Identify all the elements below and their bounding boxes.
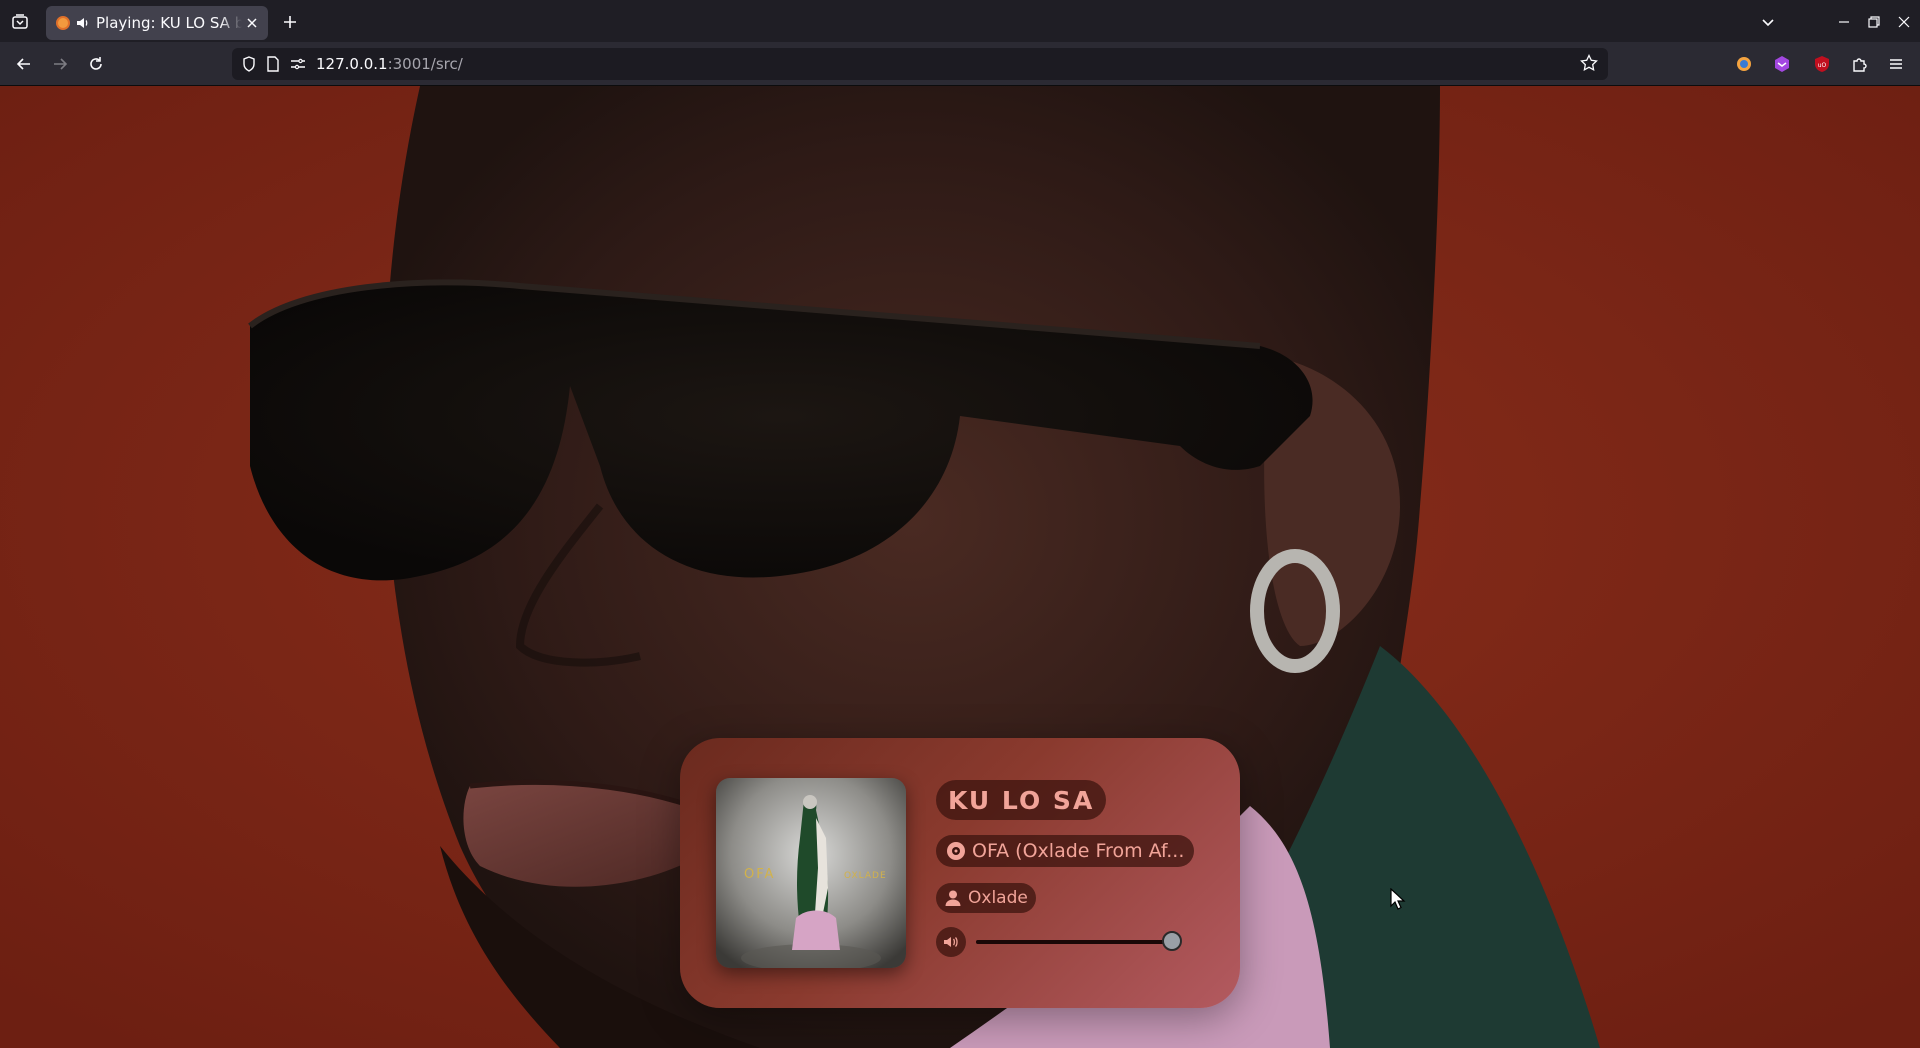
volume-slider-fill (976, 940, 1172, 944)
nav-bar: 127.0.0.1:3001/src/ uO (0, 42, 1920, 86)
plus-icon[interactable] (278, 10, 302, 34)
disc-icon (946, 841, 966, 861)
star-icon[interactable] (1580, 54, 1598, 72)
forward-arrow-icon[interactable] (48, 52, 72, 76)
volume-slider-thumb[interactable] (1162, 931, 1182, 951)
album-cover: OFA OXLADE (716, 778, 906, 968)
speaker-icon[interactable] (76, 16, 90, 30)
restore-icon[interactable] (1862, 10, 1886, 34)
window-close-icon[interactable] (1892, 10, 1916, 34)
account-icon[interactable] (1732, 52, 1756, 76)
cover-right-text: OXLADE (844, 871, 887, 881)
reload-icon[interactable] (84, 52, 108, 76)
minimize-icon[interactable] (1832, 10, 1856, 34)
back-arrow-icon[interactable] (12, 52, 36, 76)
ublock-icon[interactable]: uO (1810, 52, 1834, 76)
volume-slider[interactable] (976, 931, 1182, 951)
tab-title: Playing: KU LO SA by Oxlade (96, 14, 242, 32)
volume-icon[interactable] (936, 927, 966, 957)
permissions-icon[interactable] (290, 57, 306, 71)
favicon-icon (56, 16, 70, 30)
artist-pill[interactable]: Oxlade (936, 883, 1036, 913)
puzzle-icon[interactable] (1848, 52, 1872, 76)
track-title: KU LO SA (948, 785, 1095, 815)
url-host: 127.0.0.1 (316, 55, 388, 73)
active-tab[interactable]: Playing: KU LO SA by Oxlade (46, 6, 268, 40)
svg-text:uO: uO (1818, 62, 1827, 69)
tab-bar: Playing: KU LO SA by Oxlade (0, 0, 1920, 42)
person-icon (944, 889, 962, 907)
url-bar[interactable]: 127.0.0.1:3001/src/ (232, 48, 1608, 80)
close-icon[interactable] (246, 17, 258, 29)
chevron-down-icon[interactable] (1756, 10, 1780, 34)
shield-icon[interactable] (242, 56, 256, 72)
album-name: OFA (Oxlade From Af... (972, 840, 1185, 862)
extension-icon[interactable] (1770, 52, 1794, 76)
album-pill[interactable]: OFA (Oxlade From Af... (936, 835, 1195, 867)
music-player-card: OFA OXLADE KU LO SA OFA (Oxlade From Af.… (680, 738, 1240, 1008)
page-icon[interactable] (266, 56, 280, 72)
page-content: OFA OXLADE KU LO SA OFA (Oxlade From Af.… (0, 86, 1920, 1048)
url-path: :3001/src/ (387, 55, 463, 73)
track-title-pill: KU LO SA (936, 780, 1107, 820)
hamburger-icon[interactable] (1884, 52, 1908, 76)
cover-left-text: OFA (744, 867, 775, 882)
tab-list-icon[interactable] (8, 10, 32, 34)
artist-name: Oxlade (968, 888, 1028, 908)
mouse-cursor-icon (1390, 888, 1406, 910)
